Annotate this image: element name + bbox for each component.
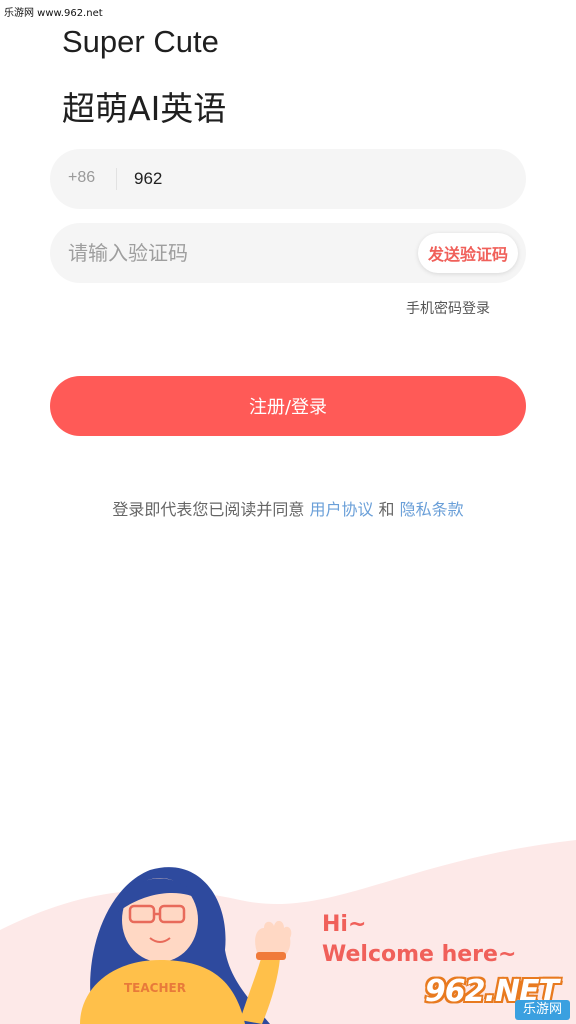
send-code-button[interactable]: 发送验证码	[417, 233, 518, 273]
verification-code-field: 发送验证码	[50, 223, 526, 283]
register-login-button[interactable]: 注册/登录	[50, 376, 526, 436]
welcome-greeting: Hi~ Welcome here~	[322, 910, 516, 970]
brand-watermark-logo: 962.NET 乐游网	[425, 974, 570, 1020]
field-divider	[116, 168, 117, 190]
verification-code-input[interactable]	[68, 235, 398, 271]
agreement-conjunction: 和	[378, 500, 395, 519]
agreement-prefix: 登录即代表您已阅读并同意	[112, 500, 305, 519]
brand-site-name: 乐游网	[514, 1000, 570, 1020]
site-watermark-text: 乐游网 www.962.net	[4, 8, 103, 19]
country-code[interactable]: +86	[68, 169, 95, 187]
privacy-policy-link[interactable]: 隐私条款	[400, 500, 464, 519]
greeting-welcome: Welcome here~	[322, 942, 517, 967]
app-title-english: Super Cute	[62, 24, 219, 59]
shirt-text: TEACHER	[124, 981, 186, 995]
greeting-hi: Hi~	[322, 912, 367, 937]
app-title-chinese: 超萌AI英语	[62, 89, 227, 128]
phone-input[interactable]	[134, 161, 494, 197]
agreement-notice: 登录即代表您已阅读并同意 用户协议 和 隐私条款	[0, 496, 576, 520]
phone-field: +86	[50, 149, 526, 209]
user-agreement-link[interactable]: 用户协议	[309, 500, 373, 519]
sleeve-cuff	[256, 952, 286, 960]
password-login-link[interactable]: 手机密码登录	[406, 298, 490, 318]
